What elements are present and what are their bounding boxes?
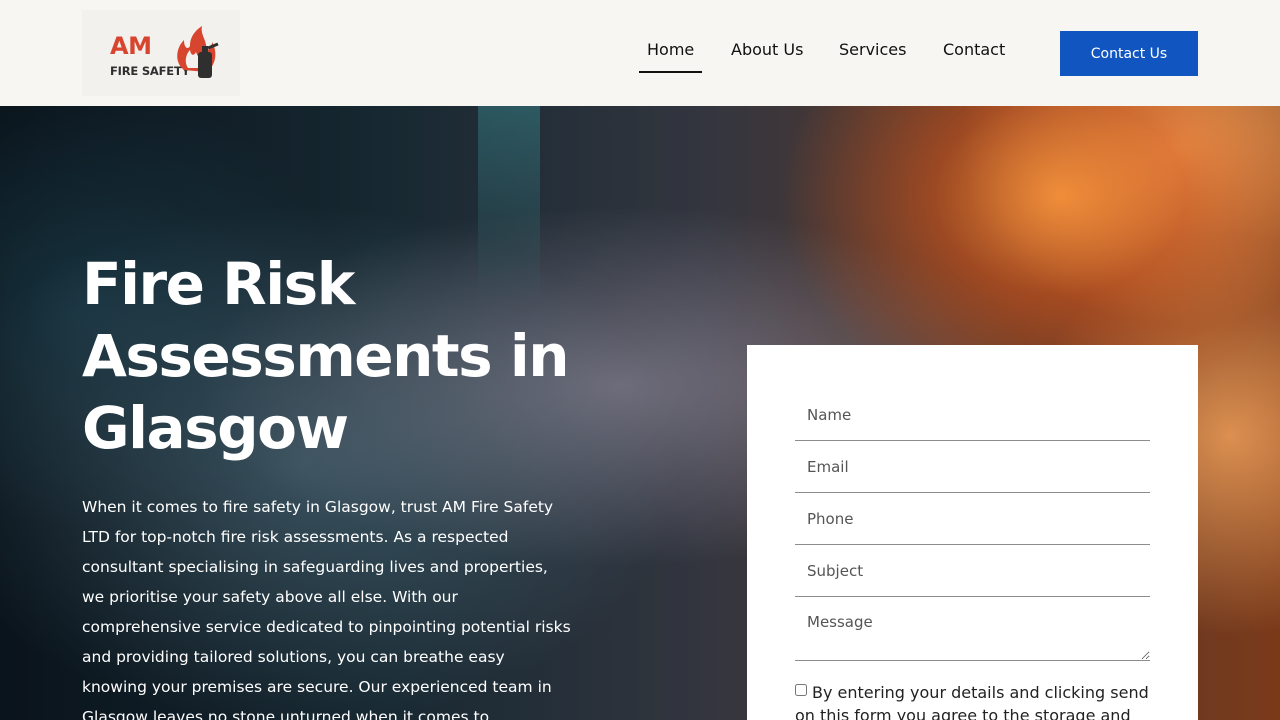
message-textarea[interactable] [795,597,1150,661]
logo-text-am: AM [110,32,152,60]
site-logo[interactable]: AM FIRE SAFETY [82,10,240,96]
nav-item-about-us[interactable]: About Us [731,40,803,59]
hero-description: When it comes to fire safety in Glasgow,… [82,498,571,720]
nav-item-contact[interactable]: Contact [943,40,1005,59]
hero-title-line-1: Fire Risk [82,250,355,318]
nav-item-services[interactable]: Services [839,40,906,59]
contact-form: By entering your details and clicking se… [747,345,1198,720]
consent-label: By entering your details and clicking se… [795,681,1155,720]
site-header: AM FIRE SAFETY Home About Us Services Co… [0,0,1280,106]
subject-input[interactable] [795,545,1150,597]
flame-extinguisher-icon [177,26,219,78]
phone-input[interactable] [795,493,1150,545]
hero-title-line-2: Assessments in [82,322,570,390]
contact-us-button[interactable]: Contact Us [1060,31,1198,76]
nav-item-home[interactable]: Home [638,40,703,73]
consent-checkbox[interactable] [795,684,807,696]
consent-text: By entering your details and clicking se… [795,683,1149,720]
name-input[interactable] [795,389,1150,441]
email-input[interactable] [795,441,1150,493]
hero-title-line-3: Glasgow [82,394,349,462]
hero-title: Fire Risk Assessments in Glasgow [82,248,642,464]
